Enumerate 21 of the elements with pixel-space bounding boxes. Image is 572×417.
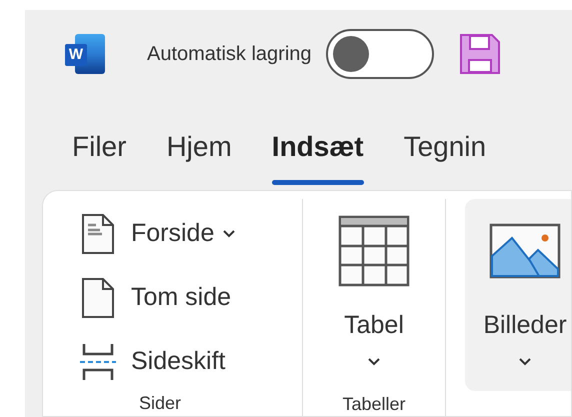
ribbon-tab[interactable]: Indsæt bbox=[272, 126, 364, 190]
page-break-icon bbox=[79, 342, 117, 382]
ribbon-button[interactable]: Sideskift bbox=[79, 335, 302, 389]
ribbon-button[interactable]: Tom side bbox=[79, 271, 302, 325]
chevron-down-icon bbox=[367, 356, 381, 366]
large-ribbon-button[interactable]: Tabel bbox=[314, 199, 434, 391]
chevron-down-icon bbox=[518, 356, 532, 366]
cover-page-icon bbox=[79, 213, 117, 255]
save-icon[interactable] bbox=[460, 34, 500, 74]
ribbon-tab[interactable]: Filer bbox=[72, 126, 126, 190]
autosave-label: Automatisk lagring bbox=[147, 42, 312, 67]
ribbon-tab[interactable]: Hjem bbox=[166, 126, 232, 190]
ribbon-button[interactable]: Forside bbox=[79, 207, 302, 261]
group-label: Tabeller bbox=[342, 393, 406, 416]
large-ribbon-button[interactable]: Billeder bbox=[465, 199, 571, 391]
blank-page-icon bbox=[79, 277, 117, 319]
group-label: Sider bbox=[138, 392, 182, 415]
ribbon-tab[interactable]: Tegnin bbox=[404, 126, 486, 190]
chevron-down-icon bbox=[222, 229, 236, 239]
table-icon bbox=[338, 213, 410, 289]
autosave-toggle[interactable] bbox=[326, 29, 434, 79]
